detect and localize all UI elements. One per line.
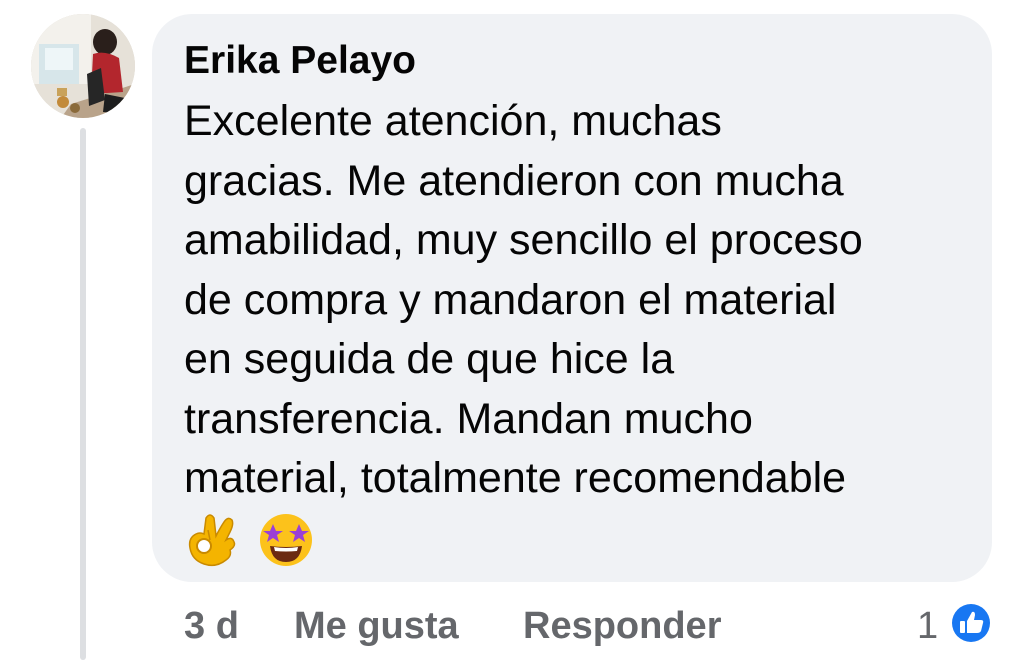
comment-text-line: gracias. Me atendieron con mucha — [184, 156, 844, 205]
reaction-count[interactable]: 1 — [917, 602, 938, 650]
timestamp[interactable]: 3 d — [184, 602, 239, 650]
author-name[interactable]: Erika Pelayo — [184, 38, 416, 84]
thread-line — [80, 128, 86, 660]
comment-text-line: material, totalmente recomendable — [184, 454, 847, 502]
star-struck-icon — [256, 510, 316, 573]
avatar[interactable] — [31, 14, 135, 118]
comment-text-line: de compra y mandaron el material — [184, 275, 837, 324]
comment-text-line: Excelente atención, muchas — [184, 97, 722, 145]
comment-text-line: en seguida de que hice la — [184, 335, 675, 383]
like-button[interactable]: Me gusta — [294, 602, 459, 650]
comment-text-line: transferencia. Mandan mucho — [184, 394, 753, 443]
like-icon[interactable] — [948, 600, 994, 646]
profile-photo — [31, 14, 135, 118]
comment-text: Excelente atención, muchas gracias. Me a… — [184, 92, 974, 509]
reply-button[interactable]: Responder — [523, 602, 721, 650]
ok-hand-icon — [186, 510, 240, 573]
comment-text-line: amabilidad, muy sencillo el proceso — [184, 216, 863, 264]
comment-thread: Erika Pelayo Excelente atención, muchas … — [0, 0, 1024, 660]
